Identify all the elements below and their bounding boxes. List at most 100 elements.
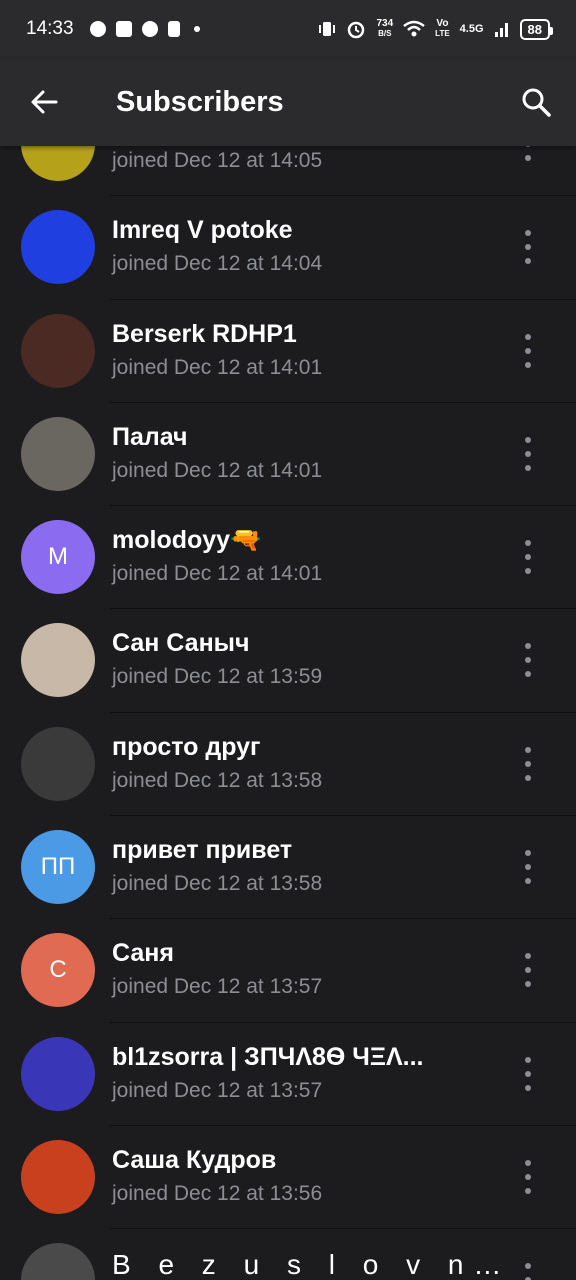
subscriber-row[interactable]: Палач joined Dec 12 at 14:01 [0,403,576,507]
more-vertical-icon-dot [525,878,531,885]
more-options-button[interactable] [512,333,544,368]
subscriber-row[interactable]: Mmolodoyy🔫 joined Dec 12 at 14:01 [0,506,576,610]
more-vertical-icon-dot [525,1084,531,1091]
more-options-button[interactable] [512,1159,544,1194]
subscriber-row[interactable]: bl1zsorra | ЗΠЧΛ8Ѳ ЧΞΛ... joined Dec 12 a… [0,1023,576,1127]
avatar[interactable] [21,416,95,491]
subscriber-row[interactable]: Berserk RDHP1 joined Dec 12 at 14:01 [0,300,576,404]
subscriber-row[interactable]: joined Dec 12 at 14:05 [0,146,576,197]
avatar[interactable] [21,726,95,801]
avatar[interactable] [21,146,95,181]
back-button[interactable] [0,58,88,146]
subscriber-row[interactable]: Саша Кудров joined Dec 12 at 13:56 [0,1126,576,1230]
joined-date: joined Dec 12 at 13:58 [112,872,323,896]
wifi-icon [403,20,425,37]
more-vertical-icon-dot [525,657,531,664]
document-notification-icon [167,21,180,37]
shield-notification-icon [115,21,132,37]
more-options-button[interactable] [512,850,544,885]
net-speed-value: 734 [376,18,394,29]
search-button[interactable] [496,58,576,146]
more-vertical-icon-dot [525,244,531,251]
more-options-button[interactable] [512,1056,544,1091]
subscriber-name: привет привет [112,836,293,865]
more-vertical-icon-dot [525,540,531,547]
more-vertical-icon-dot [525,953,531,960]
more-vertical-icon-dot [525,671,531,678]
more-options-button[interactable] [512,146,544,161]
more-vertical-icon-dot [525,1070,531,1077]
joined-date: joined Dec 12 at 14:01 [112,458,323,482]
subscriber-row[interactable]: С Саня joined Dec 12 at 13:57 [0,919,576,1023]
chat-notification-icon [89,21,106,37]
more-vertical-icon-dot [525,864,531,871]
subscriber-row[interactable]: B e z u s l o v n y [0,1229,576,1280]
subscriber-name: Berserk RDHP1 [112,319,297,348]
avatar[interactable] [21,1036,95,1111]
subscriber-name: Imreq V potoke [112,216,293,245]
subscriber-list-inner: joined Dec 12 at 14:05 Imreq V potoke join… [0,146,576,1280]
more-vertical-icon-dot [525,155,531,161]
more-vertical-icon-dot [525,568,531,575]
subscriber-row[interactable]: Сан Саныч joined Dec 12 at 13:59 [0,609,576,714]
subscriber-row[interactable]: Imreq V potoke joined Dec 12 at 14:04 [0,196,576,300]
status-right: 734 B/S Vo LTE 4.5G 88 [318,18,554,40]
more-vertical-icon-dot [525,981,531,988]
volte-top: Vo [436,18,449,29]
more-vertical-icon-dot [525,450,531,457]
avatar[interactable] [21,313,95,388]
subscriber-name: просто друг [112,732,261,761]
compass-notification-icon [141,21,158,37]
more-vertical-icon-dot [525,554,531,561]
more-vertical-icon-dot [525,1056,531,1063]
subscriber-row[interactable]: ПП привет привет joined Dec 12 at 13:58 [0,816,576,920]
subscriber-name: molodoyy🔫 [112,526,262,555]
subscriber-name: Сан Саныч [112,629,250,658]
avatar[interactable] [21,210,95,285]
volte-indicator: Vo LTE [435,19,450,39]
more-vertical-icon-dot [525,746,531,753]
more-options-button[interactable] [512,953,544,988]
subscriber-name: Саша Кудров [112,1145,277,1174]
status-left: 14:33 [26,18,200,40]
net-speed: 734 B/S [376,19,393,39]
more-vertical-icon-dot [525,850,531,857]
more-options-button[interactable] [512,643,544,678]
avatar[interactable]: ПП [21,830,95,905]
avatar[interactable] [21,1243,95,1280]
more-vertical-icon-dot [525,774,531,781]
more-vertical-icon-dot [525,760,531,767]
net-speed-unit: B/S [378,29,392,38]
volte-bottom: LTE [435,29,450,38]
more-options-button[interactable] [512,230,544,265]
more-vertical-icon-dot [525,436,531,443]
avatar[interactable] [21,623,95,698]
network-type: 4.5G [459,23,484,35]
avatar[interactable]: С [21,933,95,1008]
more-vertical-icon-dot [525,643,531,650]
more-options-button[interactable] [512,540,544,575]
subscriber-row[interactable]: просто друг joined Dec 12 at 13:58 [0,713,576,817]
avatar[interactable] [21,1139,95,1214]
joined-date: joined Dec 12 at 14:01 [112,355,323,379]
avatar[interactable]: M [21,520,95,595]
subscriber-list[interactable]: joined Dec 12 at 14:05 Imreq V potoke join… [0,146,576,1280]
more-vertical-icon-dot [525,230,531,237]
more-vertical-icon-dot [525,146,531,147]
subscriber-name: B e z u s l o v n y [112,1249,502,1280]
joined-date: joined Dec 12 at 13:57 [112,1078,323,1102]
joined-date: joined Dec 12 at 14:05 [112,149,323,172]
joined-date: joined Dec 12 at 14:04 [112,252,323,276]
battery-indicator: 88 [519,18,554,40]
more-vertical-icon-dot [525,1263,531,1270]
status-bar: 14:33 734 B/S Vo LTE 4.5G 88 [0,0,576,58]
more-options-button[interactable] [512,1263,544,1280]
joined-date: joined Dec 12 at 13:56 [112,1181,323,1205]
arrow-left-icon [31,90,58,114]
more-vertical-icon-dot [525,361,531,368]
app-bar: Subscribers [0,58,576,146]
more-options-button[interactable] [512,436,544,471]
vibrate-icon [319,22,336,36]
more-vertical-icon-dot [525,1159,531,1166]
more-options-button[interactable] [512,746,544,781]
